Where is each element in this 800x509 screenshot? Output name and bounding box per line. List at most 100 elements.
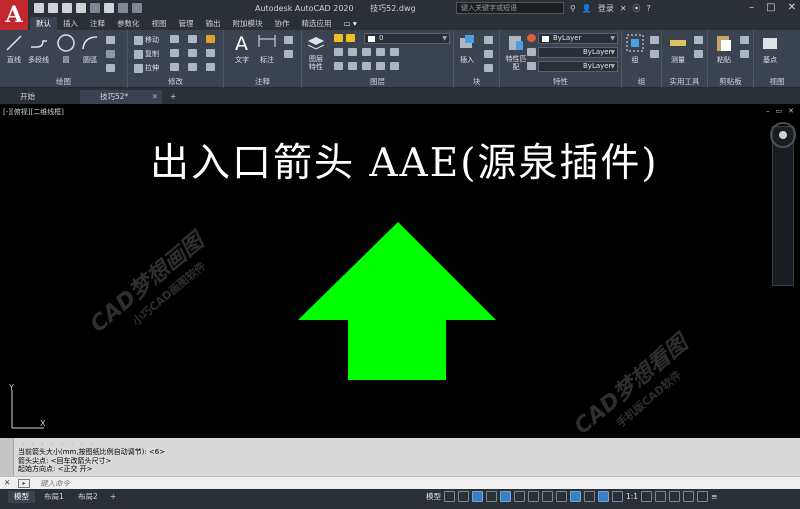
lineweight-display-icon[interactable] (542, 491, 553, 502)
text-tool-button[interactable]: A 文字 (232, 33, 252, 65)
layer-properties-button[interactable]: 图层特性 (304, 33, 328, 71)
panel-clipboard-label[interactable]: 剪贴板 (708, 76, 753, 87)
add-layout-button[interactable]: + (104, 491, 122, 503)
ortho-icon[interactable] (472, 491, 483, 502)
array-icon[interactable] (188, 63, 197, 71)
object-snap-icon[interactable] (528, 491, 539, 502)
command-prompt-icon[interactable]: ▸ (18, 479, 30, 488)
hatch-icon[interactable] (106, 50, 115, 58)
match-properties-button[interactable]: 特性匹配 (503, 33, 529, 71)
color-dropdown[interactable]: ByLayer ▼ (538, 33, 618, 44)
layout-tab-model[interactable]: 模型 (8, 491, 35, 503)
plus-icon[interactable] (655, 491, 667, 502)
gradient-icon[interactable] (106, 64, 115, 72)
layer-tool-9-icon[interactable] (376, 62, 385, 70)
attribute-icon[interactable] (484, 64, 493, 72)
layer-tool-3-icon[interactable] (362, 48, 371, 56)
ribbon-tab-view[interactable]: 视图 (146, 17, 173, 30)
linetype-icon[interactable] (527, 48, 536, 56)
user-icon[interactable]: 👤 (582, 4, 592, 13)
viewport-restore-icon[interactable]: ▭ (776, 107, 783, 115)
stretch-tool-button[interactable]: 拉伸 (134, 63, 159, 73)
panel-annotation-label[interactable]: 注释 (224, 76, 301, 87)
viewport-close-icon[interactable]: ✕ (788, 107, 794, 115)
3d-osnap-icon[interactable] (584, 491, 595, 502)
trim-icon[interactable] (188, 35, 197, 43)
create-block-icon[interactable] (484, 36, 493, 44)
circle-tool-button[interactable]: 圆 (56, 33, 76, 65)
maximize-icon[interactable]: □ (766, 2, 775, 13)
command-input[interactable]: ✕ ▸ 键入命令 (0, 476, 800, 489)
customize-menu-icon[interactable]: ≡ (711, 492, 717, 501)
doc-tab-drawing[interactable]: 技巧52* ✕ (80, 90, 162, 104)
ribbon-minimize-toggle[interactable]: ▭ ▾ (338, 17, 363, 30)
layer-tool-1-icon[interactable] (334, 48, 343, 56)
navigation-bar[interactable] (772, 126, 794, 286)
grid-icon[interactable] (444, 491, 455, 502)
login-link[interactable]: 登录 (598, 3, 614, 14)
model-space-button[interactable]: 模型 (426, 491, 441, 502)
annotation-visibility-icon[interactable] (612, 491, 623, 502)
panel-utilities-label[interactable]: 实用工具 (662, 76, 707, 87)
isodraft-icon[interactable] (500, 491, 511, 502)
layer-dropdown[interactable]: 0 ▼ (364, 33, 450, 44)
panel-draw-label[interactable]: 绘图 (0, 76, 127, 87)
move-tool-button[interactable]: 移动 (134, 35, 159, 45)
lineweight-icon[interactable] (527, 62, 536, 70)
minimize-icon[interactable]: – (749, 2, 754, 13)
transparency-icon[interactable] (556, 491, 567, 502)
layer-tool-8-icon[interactable] (362, 62, 371, 70)
group-button[interactable]: 组 (625, 33, 645, 65)
annotation-monitor-icon[interactable] (598, 491, 609, 502)
workspace-gear-icon[interactable] (641, 491, 653, 502)
help-icon[interactable]: ? (647, 4, 651, 13)
ribbon-tab-insert[interactable]: 插入 (57, 17, 84, 30)
fillet-icon[interactable] (188, 49, 197, 57)
account-icon[interactable]: ⦿ (633, 3, 641, 14)
insert-block-button[interactable]: 插入 (457, 33, 477, 65)
new-tab-button[interactable]: + (164, 90, 176, 104)
ribbon-tab-collaborate[interactable]: 协作 (269, 17, 296, 30)
explode-icon[interactable] (206, 49, 215, 57)
ribbon-tab-addins[interactable]: 附加模块 (227, 17, 269, 30)
clean-screen-icon[interactable] (697, 491, 709, 502)
viewport-controls-label[interactable]: [-][俯视][二维线框] (3, 107, 64, 117)
leader-icon[interactable] (284, 36, 293, 44)
copy-tool-button[interactable]: 复制 (134, 49, 159, 59)
line-tool-button[interactable]: 直线 (4, 33, 24, 65)
search-icon[interactable]: ⚲ (570, 4, 576, 13)
layer-on-icon[interactable] (334, 34, 343, 42)
snap-icon[interactable] (458, 491, 469, 502)
new-file-icon[interactable] (34, 3, 44, 13)
layer-tool-10-icon[interactable] (390, 62, 399, 70)
polyline-tool-button[interactable]: 多段线 (28, 33, 49, 65)
exchange-icon[interactable]: ✕ (620, 4, 627, 13)
quick-select-icon[interactable] (694, 50, 703, 58)
layer-tool-2-icon[interactable] (348, 48, 357, 56)
viewport-minimize-icon[interactable]: – (766, 107, 770, 115)
panel-view-label[interactable]: 视图 (754, 76, 800, 87)
ribbon-tab-annotate[interactable]: 注释 (84, 17, 111, 30)
close-tab-icon[interactable]: ✕ (152, 90, 158, 104)
open-file-icon[interactable] (48, 3, 58, 13)
selection-cycling-icon[interactable] (570, 491, 581, 502)
object-snap-tracking-icon[interactable] (514, 491, 525, 502)
layer-tool-6-icon[interactable] (334, 62, 343, 70)
print-icon[interactable] (104, 3, 114, 13)
layer-tool-7-icon[interactable] (348, 62, 357, 70)
panel-groups-label[interactable]: 组 (622, 76, 661, 87)
units-icon[interactable] (669, 491, 681, 502)
layer-tool-5-icon[interactable] (390, 48, 399, 56)
rotate-icon[interactable] (170, 35, 179, 43)
polar-icon[interactable] (486, 491, 497, 502)
doc-tab-start[interactable]: 开始 (0, 90, 80, 104)
rectangle-icon[interactable] (106, 36, 115, 44)
cut-icon[interactable] (740, 36, 749, 44)
offset-icon[interactable] (206, 63, 215, 71)
panel-block-label[interactable]: 块 (454, 76, 499, 87)
ribbon-tab-output[interactable]: 输出 (200, 17, 227, 30)
measure-button[interactable]: 测量 (668, 33, 688, 65)
panel-modify-label[interactable]: 修改 (128, 76, 223, 87)
ribbon-tab-parametric[interactable]: 参数化 (111, 17, 146, 30)
scale-icon[interactable] (170, 63, 179, 71)
